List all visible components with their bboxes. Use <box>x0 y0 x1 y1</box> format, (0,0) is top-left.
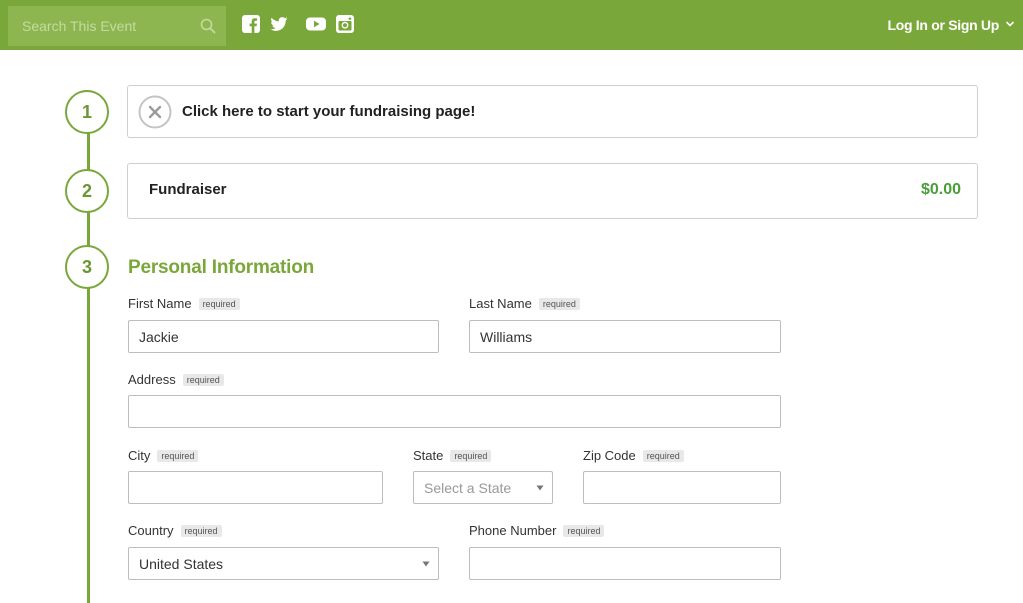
required-badge: required <box>182 374 224 386</box>
last-name-label: Last Name required <box>469 296 580 311</box>
state-select-value: Select a State <box>424 480 512 496</box>
search-icon[interactable] <box>200 18 216 34</box>
step-2-circle: 2 <box>65 169 109 213</box>
required-badge: required <box>538 298 580 310</box>
first-name-label: First Name required <box>128 296 240 311</box>
state-label: State required <box>413 448 492 463</box>
required-badge: required <box>180 525 222 537</box>
phone-number-input[interactable] <box>469 547 781 580</box>
instagram-icon[interactable] <box>336 15 354 33</box>
login-signup-link[interactable]: Log In or Sign Up <box>887 17 999 33</box>
search-input[interactable] <box>8 6 198 46</box>
city-label: City required <box>128 448 199 463</box>
fundraiser-label: Fundraiser <box>149 181 227 198</box>
address-label: Address required <box>128 372 224 387</box>
phone-number-label-text: Phone Number <box>469 523 557 538</box>
required-badge: required <box>642 450 684 462</box>
start-fundraising-text: Click here to start your fundraising pag… <box>182 103 476 120</box>
last-name-label-text: Last Name <box>469 296 532 311</box>
state-label-text: State <box>413 448 444 463</box>
required-badge: required <box>157 450 199 462</box>
address-input[interactable] <box>128 395 781 428</box>
country-select[interactable]: United States <box>128 547 439 580</box>
city-label-text: City <box>128 448 151 463</box>
first-name-input[interactable] <box>128 320 439 353</box>
country-label-text: Country <box>128 523 174 538</box>
top-nav-bar: Log In or Sign Up <box>0 0 1023 50</box>
first-name-label-text: First Name <box>128 296 192 311</box>
zip-code-label-text: Zip Code <box>583 448 636 463</box>
caret-down-icon <box>536 485 544 491</box>
step-1-circle: 1 <box>65 90 109 134</box>
step-3-circle: 3 <box>65 245 109 289</box>
zip-code-input[interactable] <box>583 471 781 504</box>
country-label: Country required <box>128 523 222 538</box>
start-fundraising-card[interactable]: Click here to start your fundraising pag… <box>127 85 978 138</box>
caret-down-icon <box>422 561 430 567</box>
required-badge: required <box>198 298 240 310</box>
address-label-text: Address <box>128 372 176 387</box>
search-box <box>8 6 226 46</box>
fundraiser-amount: $0.00 <box>920 181 961 198</box>
phone-number-label: Phone Number required <box>469 523 605 538</box>
facebook-icon[interactable] <box>242 15 260 33</box>
country-select-value: United States <box>139 556 224 572</box>
fundraiser-card: Fundraiser $0.00 <box>127 163 978 219</box>
zip-code-label: Zip Code required <box>583 448 684 463</box>
chevron-down-icon[interactable] <box>1005 20 1015 28</box>
section-title: Personal Information <box>128 257 315 278</box>
city-input[interactable] <box>128 471 383 504</box>
youtube-icon[interactable] <box>306 15 326 33</box>
close-circle-icon <box>138 95 172 129</box>
twitter-icon[interactable] <box>270 15 288 33</box>
last-name-input[interactable] <box>469 320 781 353</box>
required-badge: required <box>450 450 492 462</box>
required-badge: required <box>563 525 605 537</box>
state-select[interactable]: Select a State <box>413 471 553 504</box>
